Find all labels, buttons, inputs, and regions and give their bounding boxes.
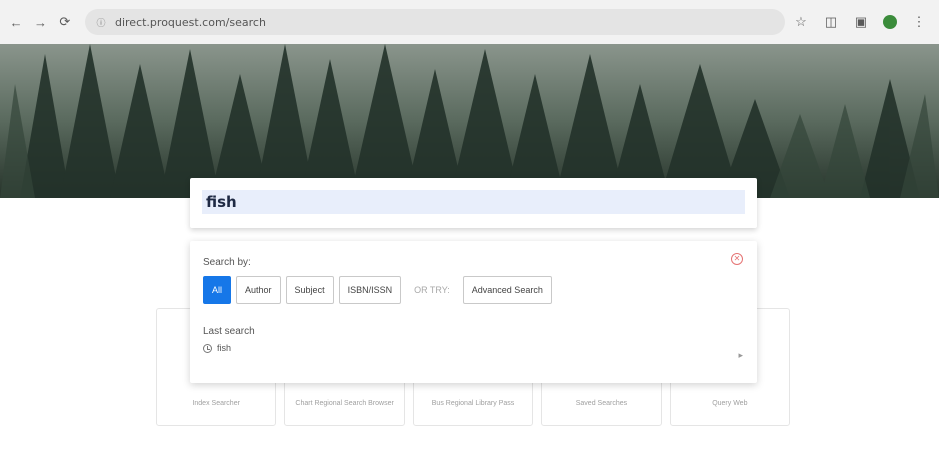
sidepanel-icon[interactable]: ▣ (853, 14, 869, 30)
site-info-icon[interactable]: ⓘ (95, 16, 107, 28)
last-search-label: Last search (203, 326, 255, 337)
filter-subject-button[interactable]: Subject (285, 276, 334, 304)
card-label: Query Web (712, 400, 748, 407)
extensions-icon[interactable]: ◫ (823, 14, 839, 30)
address-bar[interactable]: ⓘ direct.proquest.com/search (84, 9, 785, 35)
search-filters: All Author Subject ISBN/ISSN OR TRY: Adv… (203, 276, 744, 304)
close-icon[interactable]: ✕ (731, 253, 743, 265)
forward-icon[interactable]: → (32, 12, 48, 32)
browser-actions: ☆ ◫ ▣ ⋮ (793, 14, 931, 30)
card-label: Index Searcher (192, 400, 240, 407)
search-input[interactable] (202, 190, 745, 214)
card-label: Chart Regional Search Browser (295, 400, 394, 407)
filter-isbn-button[interactable]: ISBN/ISSN (338, 276, 402, 304)
advanced-search-button[interactable]: Advanced Search (462, 276, 552, 304)
chevron-right-icon[interactable]: ▸ (738, 350, 743, 361)
browser-toolbar: ← → ⟳ ⓘ direct.proquest.com/search ☆ ◫ ▣… (0, 0, 939, 44)
last-search-text: fish (217, 343, 232, 353)
star-icon[interactable]: ☆ (793, 14, 809, 30)
filter-author-button[interactable]: Author (236, 276, 281, 304)
last-search-item[interactable]: fish (203, 343, 744, 353)
search-options-panel: Search by: ✕ All Author Subject ISBN/ISS… (190, 241, 757, 383)
search-box (190, 178, 757, 228)
reload-icon[interactable]: ⟳ (57, 12, 73, 32)
profile-avatar[interactable] (883, 15, 897, 29)
menu-icon[interactable]: ⋮ (911, 14, 927, 30)
filter-all-button[interactable]: All (203, 276, 232, 304)
url-text: direct.proquest.com/search (114, 15, 266, 29)
back-icon[interactable]: ← (8, 12, 24, 32)
or-try-label: OR TRY: (414, 285, 450, 295)
card-label: Bus Regional Library Pass (431, 400, 515, 407)
search-by-label: Search by: (203, 257, 251, 268)
page: ← → ⟳ ⓘ direct.proquest.com/search ☆ ◫ ▣… (0, 0, 939, 457)
hero-banner (0, 44, 939, 198)
forest-image (0, 44, 939, 198)
clock-icon (203, 343, 212, 353)
card-label: Saved Searches (575, 400, 628, 407)
